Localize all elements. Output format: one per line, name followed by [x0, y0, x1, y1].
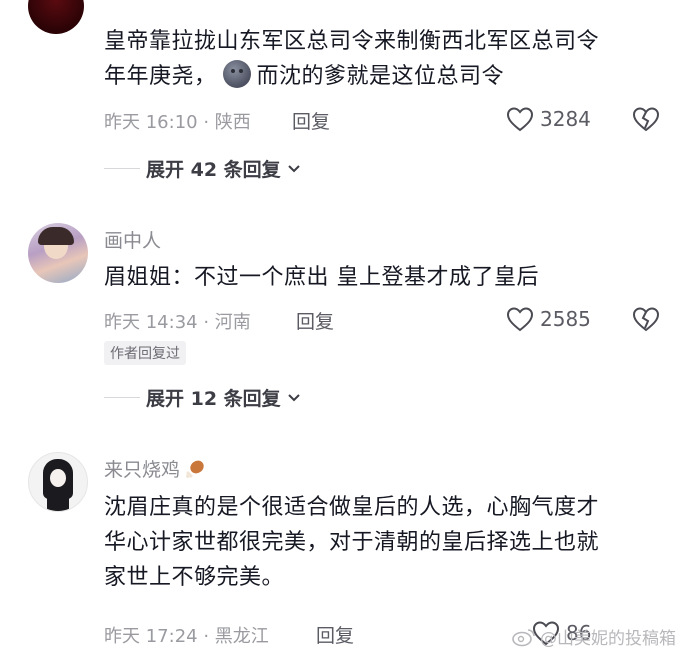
heart-icon [506, 107, 534, 132]
comment-time-location: 昨天 14:34 · 河南 [104, 312, 251, 333]
comment-time-location: 昨天 16:10 · 陕西 [104, 112, 251, 133]
dark-face-emoji-icon [222, 60, 251, 88]
avatar[interactable] [28, 452, 88, 512]
username[interactable]: 画中人 [104, 226, 161, 253]
reply-button[interactable]: 回复 [316, 621, 354, 648]
weibo-logo-icon [512, 628, 535, 646]
username[interactable]: 来只烧鸡 [104, 455, 206, 482]
watermark: @山美妮的投稿箱 [512, 624, 676, 649]
avatar[interactable] [28, 223, 88, 283]
like-count: 3284 [540, 107, 591, 131]
author-replied-badge: 作者回复过 [104, 341, 186, 365]
expand-replies[interactable]: 展开 12 条回复 [104, 384, 301, 411]
comment-text: 眉姐姐：不过一个庶出 皇上登基才成了皇后 [104, 265, 539, 290]
drumstick-icon [185, 460, 204, 478]
reply-button[interactable]: 回复 [292, 107, 330, 134]
broken-heart-icon [632, 107, 660, 132]
dislike-button[interactable] [632, 106, 660, 136]
chevron-down-icon [287, 164, 300, 172]
avatar[interactable] [28, 0, 84, 34]
dislike-button[interactable] [632, 306, 660, 336]
like-count: 2585 [540, 307, 591, 331]
divider [104, 397, 140, 398]
divider [104, 168, 140, 169]
like-button[interactable]: 2585 [506, 306, 591, 332]
comment-text: 沈眉庄真的是个很适合做皇后的人选，心胸气度才 华心计家世都很完美，对于清朝的皇后… [104, 495, 600, 590]
broken-heart-icon [632, 307, 660, 332]
heart-icon [506, 307, 534, 332]
expand-replies[interactable]: 展开 42 条回复 [104, 155, 301, 182]
comment-text: 皇帝靠拉拢山东军区总司令来制衡西北军区总司令 年年庚尧， 而沈的爹就是这位总司令 [104, 29, 600, 89]
comment-time-location: 昨天 17:24 · 黑龙江 [104, 626, 269, 647]
chevron-down-icon [287, 393, 300, 401]
like-button[interactable]: 3284 [506, 106, 591, 132]
reply-button[interactable]: 回复 [296, 307, 334, 334]
